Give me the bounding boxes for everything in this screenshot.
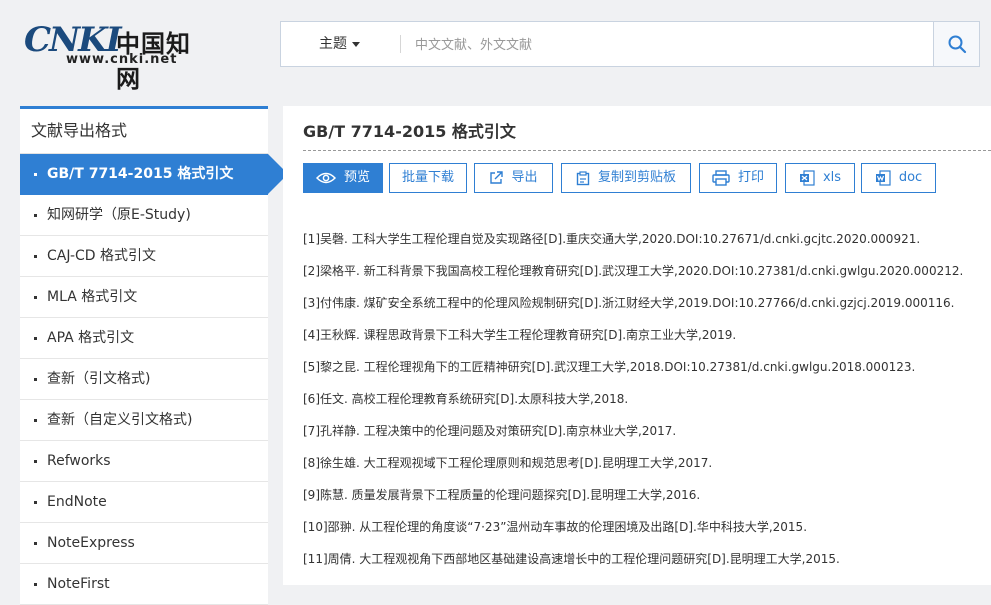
search-scope-dropdown[interactable]: 主题 <box>319 22 360 66</box>
sidebar-item-label: GB/T 7714-2015 格式引文 <box>47 166 234 182</box>
bullet-icon <box>34 460 37 463</box>
sidebar-item-label: NoteExpress <box>47 535 135 551</box>
word-icon <box>875 170 891 186</box>
search-button[interactable] <box>933 22 979 66</box>
print-button[interactable]: 打印 <box>699 163 777 193</box>
header: CNKI 中国知网 www.cnki.net 主题 <box>0 0 991 93</box>
reference-item: [7]孔祥静. 工程决策中的伦理问题及对策研究[D].南京林业大学,2017. <box>303 424 677 438</box>
cnki-logo[interactable]: CNKI 中国知网 www.cnki.net <box>24 14 204 93</box>
printer-icon <box>712 170 730 186</box>
reference-item: [4]王秋辉. 课程思政背景下工科大学生工程伦理教育研究[D].南京工业大学,2… <box>303 328 737 342</box>
xls-label: xls <box>822 170 842 185</box>
bullet-icon <box>34 255 37 258</box>
sidebar-item-apa[interactable]: APA 格式引文 <box>20 318 268 359</box>
reference-item: [1]吴磬. 工科大学生工程伦理自觉及实现路径[D].重庆交通大学,2020.D… <box>303 232 921 246</box>
sidebar-item-label: 查新（自定义引文格式) <box>47 412 193 428</box>
sidebar-item-endnote[interactable]: EndNote <box>20 482 268 523</box>
search-divider <box>400 35 401 53</box>
export-button[interactable]: 导出 <box>474 163 553 193</box>
search-scope-label: 主题 <box>319 36 347 52</box>
sidebar-item-label: 查新（引文格式) <box>47 371 151 387</box>
sidebar-item-mla[interactable]: MLA 格式引文 <box>20 277 268 318</box>
doc-button[interactable]: doc <box>861 163 936 193</box>
reference-item: [5]黎之昆. 工程伦理视角下的工匠精神研究[D].武汉理工大学,2018.DO… <box>303 360 916 374</box>
reference-item: [11]周倩. 大工程观视角下西部地区基础建设高速增长中的工程伦理问题研究[D]… <box>303 552 840 566</box>
eye-icon <box>315 172 336 184</box>
sidebar-item-label: NoteFirst <box>47 576 110 592</box>
xls-button[interactable]: xls <box>785 163 855 193</box>
sidebar-item-chaxin[interactable]: 查新（引文格式) <box>20 359 268 400</box>
sidebar-item-gbt7714[interactable]: GB/T 7714-2015 格式引文 <box>20 154 288 195</box>
sidebar-title: 文献导出格式 <box>20 109 268 154</box>
sidebar-item-chaxin-custom[interactable]: 查新（自定义引文格式) <box>20 400 268 441</box>
search-input[interactable] <box>413 30 917 60</box>
sidebar-item-label: EndNote <box>47 494 107 510</box>
export-icon <box>490 171 504 184</box>
sidebar-item-estudy[interactable]: 知网研学（原E-Study) <box>20 195 268 236</box>
copy-label: 复制到剪贴板 <box>597 170 676 185</box>
reference-list: [1]吴磬. 工科大学生工程伦理自觉及实现路径[D].重庆交通大学,2020.D… <box>303 231 963 583</box>
bullet-icon <box>34 542 37 545</box>
reference-item: [2]梁格平. 新工科背景下我国高校工程伦理教育研究[D].武汉理工大学,202… <box>303 264 964 278</box>
reference-item: [10]邵翀. 从工程伦理的角度谈“7·23”温州动车事故的伦理困境及出路[D]… <box>303 520 808 534</box>
page-title: GB/T 7714-2015 格式引文 <box>303 122 516 141</box>
bullet-icon <box>34 296 37 299</box>
doc-label: doc <box>898 170 923 185</box>
sidebar-item-label: CAJ-CD 格式引文 <box>47 248 157 264</box>
reference-item: [8]徐生雄. 大工程观视域下工程伦理原则和规范思考[D].昆明理工大学,201… <box>303 456 713 470</box>
batch-download-label: 批量下载 <box>401 170 454 185</box>
sidebar-item-label: APA 格式引文 <box>47 330 135 346</box>
reference-item: [9]陈慧. 质量发展背景下工程质量的伦理问题探究[D].昆明理工大学,2016… <box>303 488 701 502</box>
bullet-icon <box>34 501 37 504</box>
preview-button[interactable]: 预览 <box>303 163 383 193</box>
title-divider <box>303 150 991 151</box>
reference-item: [6]任文. 高校工程伦理教育系统研究[D].太原科技大学,2018. <box>303 392 629 406</box>
caret-down-icon <box>352 41 360 47</box>
bullet-icon <box>34 214 37 217</box>
sidebar-item-refworks[interactable]: Refworks <box>20 441 268 482</box>
sidebar-item-noteexpress[interactable]: NoteExpress <box>20 523 268 564</box>
preview-label: 预览 <box>343 170 370 185</box>
excel-icon <box>799 170 815 186</box>
logo-url: www.cnki.net <box>66 52 178 67</box>
search-icon <box>948 35 966 54</box>
search-bar: 主题 <box>280 21 980 67</box>
export-format-sidebar: 文献导出格式 GB/T 7714-2015 格式引文 知网研学（原E-Study… <box>20 106 288 605</box>
sidebar-item-label: Refworks <box>47 453 111 469</box>
sidebar-item-label: MLA 格式引文 <box>47 289 138 305</box>
export-label: 导出 <box>511 170 538 185</box>
citation-panel: GB/T 7714-2015 格式引文 预览 批量下载 导出 复制到剪贴板 打印… <box>283 106 991 585</box>
sidebar-item-caj-cd[interactable]: CAJ-CD 格式引文 <box>20 236 268 277</box>
bullet-icon <box>34 378 37 381</box>
clipboard-icon <box>576 170 590 185</box>
reference-item: [3]付伟康. 煤矿安全系统工程中的伦理风险规制研究[D].浙江财经大学,201… <box>303 296 955 310</box>
copy-to-clipboard-button[interactable]: 复制到剪贴板 <box>561 163 691 193</box>
bullet-icon <box>34 419 37 422</box>
batch-download-button[interactable]: 批量下载 <box>389 163 467 193</box>
bullet-icon <box>34 173 37 176</box>
print-label: 打印 <box>737 170 764 185</box>
sidebar-item-label: 知网研学（原E-Study) <box>47 207 191 223</box>
bullet-icon <box>34 337 37 340</box>
